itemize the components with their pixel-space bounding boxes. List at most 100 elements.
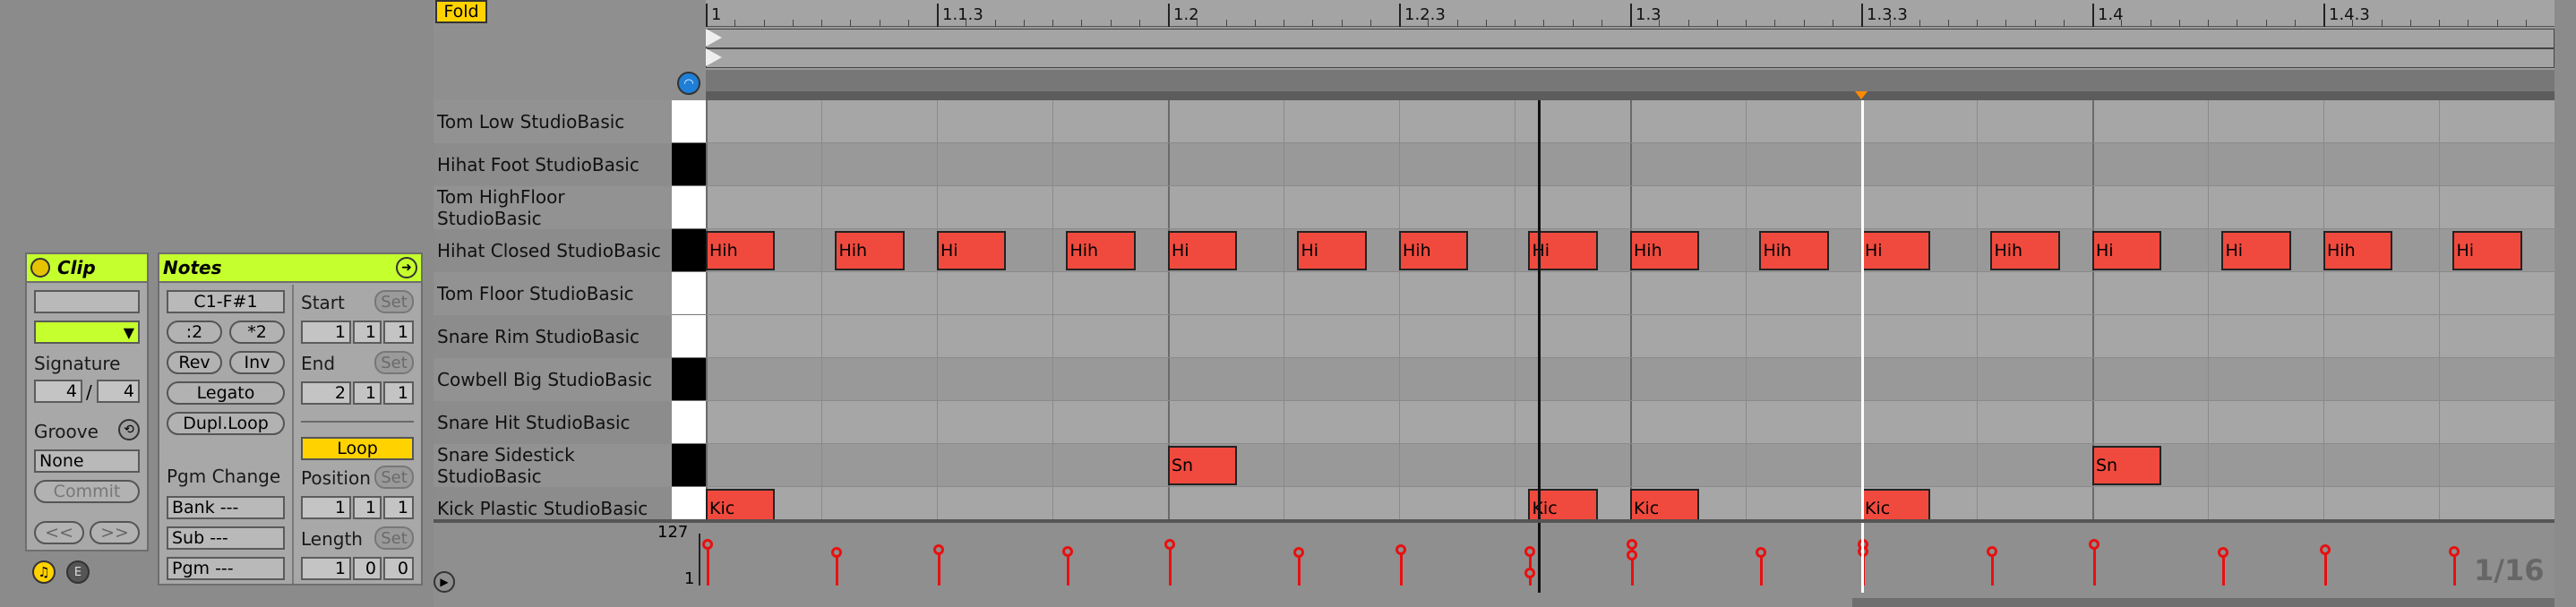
velocity-expand-icon[interactable]: ▶	[434, 571, 455, 593]
midi-note[interactable]: Sn	[2092, 446, 2162, 485]
arrow-right-icon[interactable]: ➜	[396, 257, 417, 278]
velocity-lane[interactable]	[702, 523, 2555, 593]
velocity-handle[interactable]	[1293, 547, 1305, 559]
scrub-area-lower[interactable]	[706, 91, 2555, 100]
midi-note[interactable]: Hi	[2221, 231, 2291, 270]
midi-note[interactable]: Hi	[2452, 231, 2522, 270]
position-set-button[interactable]: Set	[374, 466, 414, 489]
velocity-handle[interactable]	[1756, 547, 1767, 559]
velocity-handle[interactable]	[2449, 545, 2460, 557]
next-clip-button[interactable]: >>	[90, 521, 140, 544]
scrub-area[interactable]	[706, 70, 2555, 91]
end-bar[interactable]: 2	[301, 381, 351, 405]
piano-key-white[interactable]	[672, 315, 706, 358]
clip-activate-icon[interactable]	[30, 258, 50, 278]
midi-note[interactable]: Hi	[1297, 231, 1367, 270]
preview-headphones-icon[interactable]: ◠	[677, 72, 700, 95]
lane-grid[interactable]	[706, 100, 2556, 143]
length-set-button[interactable]: Set	[374, 526, 414, 550]
groove-hotswap-icon[interactable]: ⟲	[118, 419, 140, 440]
midi-note[interactable]: Hih	[1630, 231, 1700, 270]
position-sixteenth[interactable]: 1	[383, 496, 414, 519]
horizontal-scrollbar[interactable]	[1852, 598, 2576, 607]
lane-name[interactable]: Tom HighFloor StudioBasic	[434, 186, 672, 229]
velocity-handle[interactable]	[1524, 545, 1536, 557]
sub-field[interactable]: Sub ---	[167, 526, 285, 550]
loop-brace[interactable]	[706, 29, 2555, 48]
position-bar[interactable]: 1	[301, 496, 351, 519]
velocity-handle[interactable]	[1627, 549, 1637, 560]
end-set-button[interactable]: Set	[374, 351, 414, 374]
lane-grid[interactable]	[706, 186, 2556, 229]
midi-note[interactable]: Hi	[1861, 231, 1931, 270]
loop-button[interactable]: Loop	[301, 437, 414, 460]
velocity-handle[interactable]	[831, 547, 843, 559]
note-range-field[interactable]: C1-F#1	[167, 290, 285, 313]
lane-name[interactable]: Hihat Foot StudioBasic	[434, 143, 672, 186]
velocity-stem[interactable]	[707, 544, 709, 586]
velocity-handle[interactable]	[2218, 547, 2229, 559]
commit-button[interactable]: Commit	[34, 480, 140, 503]
signature-numerator[interactable]: 4	[34, 380, 82, 403]
piano-key-black[interactable]	[672, 358, 706, 401]
groove-select[interactable]: None	[34, 449, 140, 473]
lane-name[interactable]: Snare Rim StudioBasic	[434, 315, 672, 358]
bank-field[interactable]: Bank ---	[167, 496, 285, 519]
midi-note[interactable]: Hi	[2092, 231, 2162, 270]
start-bar[interactable]: 1	[301, 321, 351, 344]
pgm-field[interactable]: Pgm ---	[167, 557, 285, 580]
lane-grid[interactable]	[706, 272, 2556, 315]
clip-color-select[interactable]: ▼	[34, 321, 140, 344]
velocity-handle[interactable]	[1987, 545, 1998, 557]
lane-name[interactable]: Tom Floor StudioBasic	[434, 272, 672, 315]
start-sixteenth[interactable]: 1	[383, 321, 414, 344]
velocity-stem[interactable]	[1400, 549, 1403, 586]
midi-note[interactable]: Hih	[1759, 231, 1829, 270]
lane-grid[interactable]	[706, 401, 2556, 444]
lane-name[interactable]: Cowbell Big StudioBasic	[434, 358, 672, 401]
length-bar[interactable]: 1	[301, 557, 351, 580]
velocity-stem[interactable]	[938, 549, 940, 586]
clip-name-field[interactable]	[34, 290, 140, 313]
loop-end-marker-icon[interactable]	[1855, 91, 1868, 99]
piano-key-black[interactable]	[672, 229, 706, 272]
midi-note[interactable]: Hih	[1399, 231, 1469, 270]
legato-button[interactable]: Legato	[167, 381, 285, 405]
piano-key-black[interactable]	[672, 444, 706, 487]
end-beat[interactable]: 1	[353, 381, 382, 405]
midi-note[interactable]: Hi	[1168, 231, 1238, 270]
lane-grid[interactable]	[706, 143, 2556, 186]
lane-grid[interactable]	[706, 315, 2556, 358]
prev-clip-button[interactable]: <<	[34, 521, 84, 544]
lane-name[interactable]: Hihat Closed StudioBasic	[434, 229, 672, 272]
velocity-stem[interactable]	[2324, 549, 2327, 586]
length-sixteenth[interactable]: 0	[383, 557, 414, 580]
reverse-button[interactable]: Rev	[167, 351, 222, 374]
velocity-handle[interactable]	[1164, 539, 1175, 551]
lane-grid[interactable]	[706, 358, 2556, 401]
start-marker-icon[interactable]	[706, 29, 722, 47]
midi-note[interactable]: Hih	[1990, 231, 2060, 270]
loop-start-marker-icon[interactable]	[706, 48, 722, 66]
piano-key-white[interactable]	[672, 272, 706, 315]
lane-name[interactable]: Snare Hit StudioBasic	[434, 401, 672, 444]
lane-name[interactable]: Tom Low StudioBasic	[434, 100, 672, 143]
lane-grid[interactable]	[706, 444, 2556, 487]
velocity-stem[interactable]	[2093, 544, 2096, 586]
velocity-handle[interactable]	[2320, 543, 2331, 555]
velocity-handle[interactable]	[933, 543, 944, 555]
velocity-handle[interactable]	[702, 539, 713, 551]
invert-button[interactable]: Inv	[229, 351, 285, 374]
midi-note[interactable]: Hih	[1066, 231, 1136, 270]
midi-note[interactable]: Hih	[706, 231, 776, 270]
loop-brace-lower[interactable]	[706, 48, 2555, 68]
midi-note[interactable]: Sn	[1168, 446, 1238, 485]
velocity-handle[interactable]	[1062, 545, 1074, 557]
piano-key-black[interactable]	[672, 143, 706, 186]
double-button[interactable]: *2	[229, 321, 285, 344]
start-beat[interactable]: 1	[353, 321, 382, 344]
velocity-handle[interactable]	[2089, 539, 2099, 551]
velocity-handle[interactable]	[1627, 539, 1637, 551]
piano-key-white[interactable]	[672, 401, 706, 444]
end-sixteenth[interactable]: 1	[383, 381, 414, 405]
